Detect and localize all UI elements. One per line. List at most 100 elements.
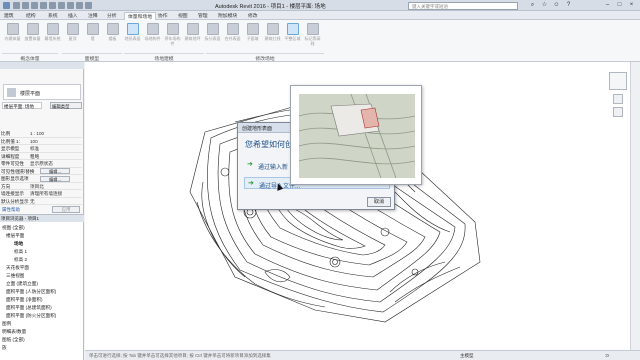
print-icon[interactable] [49,2,56,9]
place-mass-button[interactable]: 放置体量 [24,23,41,41]
tab-systems[interactable]: 系统 [48,12,58,20]
tab-collaborate[interactable]: 协作 [158,12,168,20]
property-line-button[interactable]: 建筑红线 [264,23,281,41]
graded-region-button[interactable]: 平整区域 [284,23,301,41]
tree-item[interactable]: 面积平面 (防火分区面积) [6,313,56,319]
tree-item[interactable]: 立面 (建筑立面) [6,281,38,287]
panel-conceptual-mass: 概念体量 [2,53,58,62]
help-icon[interactable]: ? [564,1,573,9]
revit-logo-icon[interactable] [3,2,10,9]
arrow-right-icon: ➜ [248,180,254,187]
floor-plan-icon [7,88,16,97]
status-bar: 单击可进行选择; 按 Tab 键并单击可选择其他项目; 按 Ctrl 键并单击可… [85,350,640,360]
pan-icon[interactable] [613,107,623,117]
undo-icon[interactable] [31,2,38,9]
parking-component-button[interactable]: 停车场构件 [164,23,181,46]
instance-selector[interactable]: 楼层平面: 场地 [2,102,42,109]
user-icon[interactable]: ☺ [552,1,561,9]
maximize-button[interactable]: □ [615,1,624,9]
subregion-button[interactable]: 子面域 [244,23,261,41]
tree-item[interactable]: 三维视图 [6,273,24,279]
subscription-icon[interactable]: ☆ [540,1,549,9]
toposurface-preview-image [298,93,416,179]
preview-tooltip [290,85,422,185]
text-icon[interactable] [67,2,74,9]
prop-row[interactable]: 显示模型 标准 [0,145,82,153]
tab-structure[interactable]: 结构 [26,12,36,20]
prop-row[interactable]: 详细程度 粗略 [0,153,82,160]
search-input[interactable]: 键入关键字或短语 [408,1,518,10]
prop-row[interactable]: 零件可见性 显示原状态 [0,160,82,168]
tab-annotate[interactable]: 注释 [88,12,98,20]
tree-item[interactable]: 视图 (全部) [2,225,25,231]
redo-icon[interactable] [40,2,47,9]
tree-item[interactable]: 族 [2,345,7,351]
ribbon-panel: 内建体量 放置体量 幕墙系统 屋顶 墙 楼板 地形表面 场地构件 停车场构件 建… [0,20,640,62]
search-icon[interactable]: ⌕ [528,1,537,9]
tree-item-active[interactable]: 场地 [14,241,23,247]
wall-button[interactable]: 墙 [84,23,101,41]
type-selector[interactable]: 楼层平面 [3,84,81,100]
tree-item[interactable]: 标高 1 [14,249,27,255]
prop-row[interactable]: 可见性/图形替换 编辑... [0,168,82,175]
tab-manage[interactable]: 管理 [198,12,208,20]
building-pad-button[interactable]: 建筑地坪 [184,23,201,41]
tree-item[interactable]: 明细表/数量 [2,329,26,335]
steeringwheel-icon[interactable] [609,72,627,90]
merge-surfaces-button[interactable]: 合并表面 [224,23,241,41]
apply-button[interactable]: 应用 [52,206,80,213]
prop-row[interactable]: 图形显示选项 编辑... [0,175,82,183]
tab-view[interactable]: 视图 [178,12,188,20]
minimize-button[interactable]: – [603,1,612,9]
roof-button[interactable]: 屋顶 [64,23,81,41]
tab-analyze[interactable]: 分析 [107,12,117,20]
prop-row[interactable]: 方向 项目北 [0,183,82,190]
tree-item[interactable]: 楼层平面 [6,233,24,239]
ribbon-tabs: 建筑 结构 系统 插入 注释 分析 体量和场地 协作 视图 管理 附加模块 修改 [0,11,640,21]
tree-item[interactable]: 面积平面 (净面积) [6,297,43,303]
visibility-edit-button[interactable]: 编辑... [40,168,70,174]
model-selector[interactable]: 主模型 [460,353,474,359]
properties-help-link[interactable]: 属性帮助 [2,207,20,213]
close-button[interactable]: × [627,1,636,9]
prop-row[interactable]: 比例值 1: 100 [0,138,82,145]
toposurface-button[interactable]: 地形表面 [124,23,141,41]
window-title: Autodesk Revit 2016 - 项目1 - 楼层平面: 场地 [215,4,326,10]
arrow-right-icon: ➜ [247,161,253,168]
tab-architecture[interactable]: 建筑 [4,12,14,20]
navigation-bar [607,72,629,132]
in-place-mass-button[interactable]: 内建体量 [4,23,21,41]
tab-addins[interactable]: 附加模块 [218,12,237,20]
properties-header [0,62,84,69]
section-icon[interactable] [85,2,92,9]
tree-item[interactable]: 面积平面 (总建筑面积) [6,305,52,311]
3d-view-icon[interactable] [76,2,83,9]
open-icon[interactable] [13,2,20,9]
edit-type-button[interactable]: 编辑类型 [50,102,82,109]
panel-modify-site: 修改场地 [206,53,324,62]
status-hint: 单击可进行选择; 按 Tab 键并单击可选择其他项目; 按 Ctrl 键并单击可… [89,353,271,358]
tree-item[interactable]: 标高 2 [14,257,27,263]
tab-modify[interactable]: 修改 [248,12,258,20]
title-bar: Autodesk Revit 2016 - 项目1 - 楼层平面: 场地 键入关… [0,0,640,11]
browser-title: 项目浏览器 - 项目1 [0,215,84,222]
zoom-icon[interactable] [613,94,623,104]
floor-button[interactable]: 楼板 [104,23,121,41]
site-component-button[interactable]: 场地构件 [144,23,161,41]
tree-item[interactable]: 天花板平面 [6,265,29,271]
tab-insert[interactable]: 插入 [68,12,78,20]
split-surface-button[interactable]: 拆分表面 [204,23,221,41]
save-icon[interactable] [22,2,29,9]
tree-item[interactable]: 图纸 (全部) [2,337,25,343]
prop-row[interactable]: 墙连接显示 清理所有墙连接 [0,190,82,198]
tree-item[interactable]: 图例 [2,321,11,327]
prop-row[interactable]: 默认分析显示无 [0,198,82,205]
label-contours-button[interactable]: 标记等高线 [304,23,321,46]
vertical-scrollbar[interactable] [630,62,640,350]
tree-item[interactable]: 面积平面 (人防分区面积) [6,289,56,295]
graphic-options-edit-button[interactable]: 编辑... [40,175,70,182]
curtain-system-button[interactable]: 幕墙系统 [44,23,61,41]
measure-icon[interactable] [58,2,65,9]
prop-row[interactable]: 比例 1 : 100 [0,130,82,138]
cancel-button[interactable]: 取消 [367,197,391,207]
